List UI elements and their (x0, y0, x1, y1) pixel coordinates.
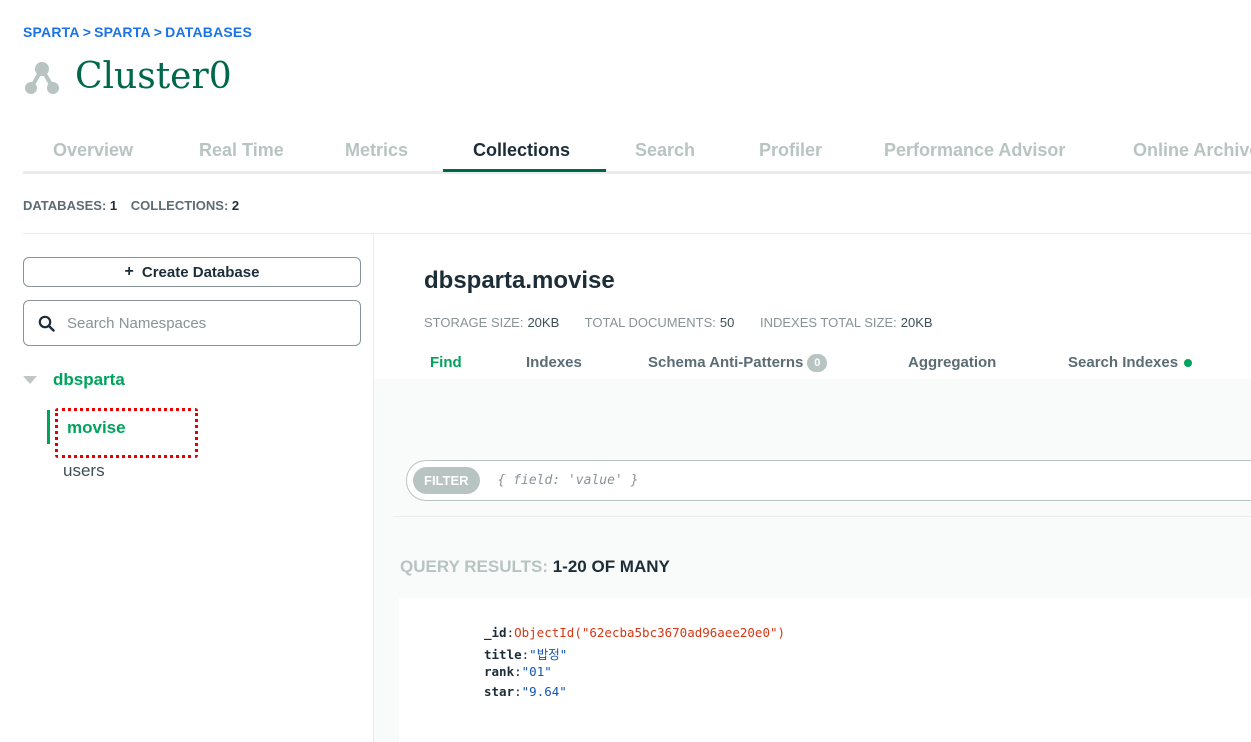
breadcrumb-org[interactable]: SPARTA (23, 24, 80, 40)
query-results-count: 1-20 OF MANY (552, 557, 670, 576)
subtab-schema-label: Schema Anti-Patterns (648, 354, 804, 371)
tab-search[interactable]: Search (635, 140, 695, 161)
indexes-total-size-label: INDEXES TOTAL SIZE: (759, 315, 897, 330)
databases-count: 1 (109, 198, 118, 213)
indexes-total-size-value: 20KB (900, 315, 933, 330)
database-item-dbsparta[interactable]: dbsparta (23, 370, 125, 390)
cluster-icon (25, 61, 59, 94)
section-divider (23, 233, 1251, 234)
subtab-aggregation[interactable]: Aggregation (908, 354, 996, 371)
document-field-star: star:"9.64" (484, 684, 567, 699)
create-database-button[interactable]: + Create Database (23, 257, 361, 287)
tab-online-archive[interactable]: Online Archive (1133, 140, 1251, 161)
field-key: rank (484, 664, 515, 679)
breadcrumb-separator: > (82, 24, 92, 40)
filter-pill: FILTER (413, 467, 480, 494)
document-field-title: title:"밥정" (484, 647, 568, 662)
plus-icon: + (124, 263, 134, 280)
filter-input[interactable] (497, 473, 1098, 488)
subtab-indexes[interactable]: Indexes (526, 354, 582, 371)
field-key: _id (484, 625, 507, 640)
search-namespaces-input[interactable] (67, 314, 337, 332)
total-documents-value: 50 (719, 315, 735, 330)
main-tabs: Overview Real Time Metrics Collections S… (23, 132, 1251, 174)
namespace-stats: STORAGE SIZE: 20KB TOTAL DOCUMENTS: 50 IND… (424, 315, 955, 330)
active-collection-indicator (47, 410, 50, 444)
schema-count-badge: 0 (807, 354, 828, 373)
tab-real-time[interactable]: Real Time (199, 140, 284, 161)
field-value: ObjectId("62ecba5bc3670ad96aee20e0") (514, 625, 786, 640)
search-icon (38, 315, 55, 332)
collections-count: 2 (231, 198, 240, 213)
field-key: star (484, 684, 515, 699)
filter-bar: FILTER (406, 460, 1251, 501)
document-card[interactable]: _id:ObjectId("62ecba5bc3670ad96aee20e0")… (399, 598, 1251, 742)
collection-item-movise[interactable]: movise (67, 418, 126, 438)
active-tab-indicator (443, 169, 606, 172)
subtab-schema-anti-patterns[interactable]: Schema Anti-Patterns 0 (648, 354, 828, 373)
field-key: title (484, 647, 522, 662)
breadcrumb-project[interactable]: SPARTA (94, 24, 151, 40)
field-value: "9.64" (521, 684, 567, 699)
tab-collections[interactable]: Collections (473, 140, 570, 161)
breadcrumb-separator: > (153, 24, 163, 40)
tab-profiler[interactable]: Profiler (759, 140, 822, 161)
db-collection-counts: DATABASES: 1 COLLECTIONS: 2 (23, 198, 239, 213)
status-dot-icon (1184, 359, 1193, 368)
field-value: "밥정" (529, 647, 568, 662)
subtab-find[interactable]: Find (430, 354, 462, 371)
cluster-title: Cluster0 (75, 56, 232, 97)
subtab-search-indexes-label: Search Indexes (1068, 354, 1179, 371)
collections-label: COLLECTIONS: (130, 198, 229, 213)
total-documents-label: TOTAL DOCUMENTS: (584, 315, 716, 330)
tab-performance-advisor[interactable]: Performance Advisor (884, 140, 1065, 161)
create-database-label: Create Database (141, 263, 260, 281)
query-results-label: QUERY RESULTS: (400, 557, 548, 576)
query-results-summary: QUERY RESULTS: 1-20 OF MANY (400, 557, 670, 577)
field-value: "01" (521, 664, 552, 679)
storage-size-label: STORAGE SIZE: (424, 315, 524, 330)
caret-down-icon[interactable] (23, 376, 37, 384)
tab-overview[interactable]: Overview (53, 140, 133, 161)
database-name: dbsparta (53, 370, 125, 389)
breadcrumb-databases[interactable]: DATABASES (165, 24, 252, 40)
databases-label: DATABASES: (23, 198, 107, 213)
subtab-search-indexes[interactable]: Search Indexes (1068, 354, 1193, 371)
cluster-header: Cluster0 (23, 56, 232, 97)
namespace-search (23, 300, 361, 346)
namespace-title: dbsparta.movise (424, 267, 615, 294)
filter-divider (393, 516, 1251, 517)
document-field-rank: rank:"01" (484, 664, 552, 679)
tab-metrics[interactable]: Metrics (345, 140, 408, 161)
storage-size-value: 20KB (527, 315, 560, 330)
breadcrumb: SPARTA > SPARTA > DATABASES (23, 24, 252, 40)
collection-item-users[interactable]: users (63, 461, 105, 481)
document-field-id: _id:ObjectId("62ecba5bc3670ad96aee20e0") (484, 625, 786, 640)
